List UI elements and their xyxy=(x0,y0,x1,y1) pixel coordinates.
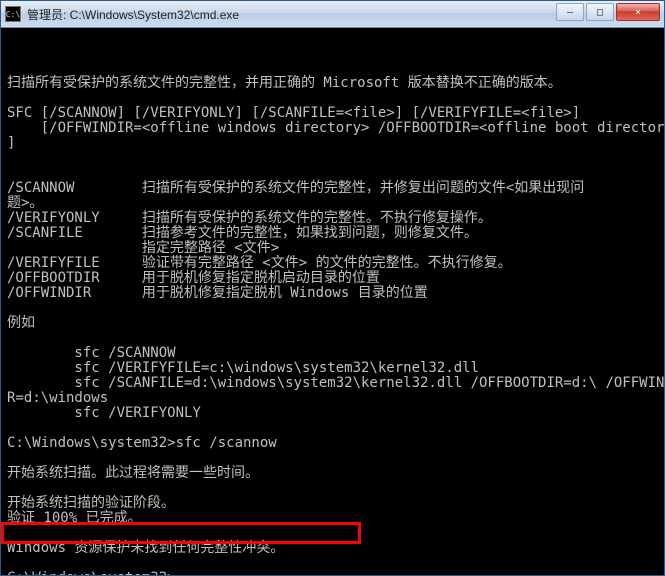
console-line: SFC [/SCANNOW] [/VERIFYONLY] [/SCANFILE=… xyxy=(7,106,660,121)
console-line xyxy=(7,151,660,166)
console-line: /VERIFYFILE 验证带有完整路径 <文件> 的文件的完整性。不执行修复。 xyxy=(7,256,660,271)
console-line: 开始系统扫描。此过程将需要一些时间。 xyxy=(7,466,660,481)
console-line: ] xyxy=(7,136,660,151)
app-icon: C:\ xyxy=(5,6,21,22)
console-line: Windows 资源保护未找到任何完整性冲突。 xyxy=(7,541,660,556)
console-line: 扫描所有受保护的系统文件的完整性，并用正确的 Microsoft 版本替换不正确… xyxy=(7,76,660,91)
console-line xyxy=(7,91,660,106)
console-line: 题>。 xyxy=(7,196,660,211)
console-line xyxy=(7,451,660,466)
console-line xyxy=(7,331,660,346)
console-line: 指定完整路径 <文件> xyxy=(7,241,660,256)
console-line: /SCANNOW 扫描所有受保护的系统文件的完整性，并修复出问题的文件<如果出现… xyxy=(7,181,660,196)
minimize-button[interactable]: — xyxy=(556,3,584,21)
console-line: /SCANFILE 扫描参考文件的完整性，如果找到问题，则修复文件。 xyxy=(7,226,660,241)
console-line: 开始系统扫描的验证阶段。 xyxy=(7,496,660,511)
cmd-window: C:\ 管理员: C:\Windows\System32\cmd.exe — □… xyxy=(0,0,665,576)
console-line: sfc /SCANFILE=d:\windows\system32\kernel… xyxy=(7,376,660,391)
console-line: /OFFBOOTDIR 用于脱机修复指定脱机启动目录的位置 xyxy=(7,271,660,286)
console-line xyxy=(7,301,660,316)
window-title: 管理员: C:\Windows\System32\cmd.exe xyxy=(27,6,239,23)
console-line: sfc /VERIFYFILE=c:\windows\system32\kern… xyxy=(7,361,660,376)
console-line: R=d:\windows xyxy=(7,391,660,406)
console-line xyxy=(7,421,660,436)
console-line: 验证 100% 已完成。 xyxy=(7,511,660,526)
console-line: /VERIFYONLY 扫描所有受保护的系统文件的完整性。不执行修复操作。 xyxy=(7,211,660,226)
window-controls: — □ × xyxy=(556,3,660,21)
titlebar[interactable]: C:\ 管理员: C:\Windows\System32\cmd.exe — □… xyxy=(1,1,664,28)
console-line: C:\Windows\system32>sfc /scannow xyxy=(7,436,660,451)
console-line: [/OFFWINDIR=<offline windows directory> … xyxy=(7,121,660,136)
console-output[interactable]: 扫描所有受保护的系统文件的完整性，并用正确的 Microsoft 版本替换不正确… xyxy=(1,28,664,575)
close-button[interactable]: × xyxy=(616,3,660,21)
console-line xyxy=(7,526,660,541)
console-line xyxy=(7,166,660,181)
console-line: 例如 xyxy=(7,316,660,331)
console-line: sfc /VERIFYONLY xyxy=(7,406,660,421)
console-line xyxy=(7,556,660,571)
console-line: sfc /SCANNOW xyxy=(7,346,660,361)
console-line: /OFFWINDIR 用于脱机修复指定脱机 Windows 目录的位置 xyxy=(7,286,660,301)
maximize-button[interactable]: □ xyxy=(586,3,614,21)
console-line: C:\Windows\system32> xyxy=(7,571,660,575)
console-line xyxy=(7,481,660,496)
